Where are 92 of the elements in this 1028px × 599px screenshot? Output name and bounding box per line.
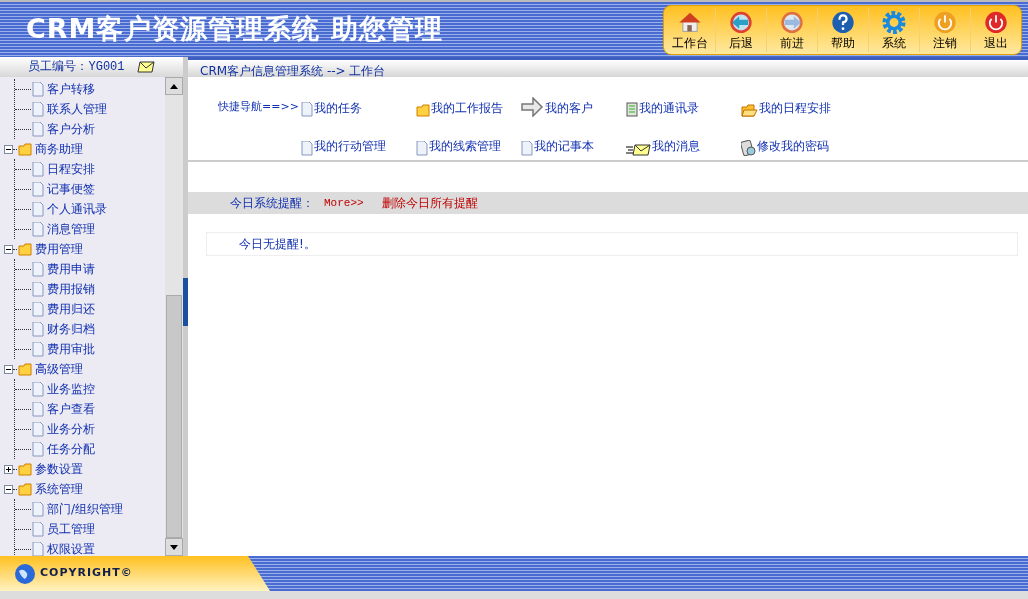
more-link[interactable]: More>>	[324, 194, 364, 212]
globe-icon	[14, 562, 36, 585]
tree-item[interactable]: 记事便签	[47, 180, 95, 198]
quick-nav-link[interactable]: 我的记事本	[521, 129, 626, 156]
document-icon	[32, 521, 44, 537]
toolbar-button[interactable]: 后退	[715, 7, 766, 52]
toolbar-button[interactable]: 系统	[868, 7, 919, 52]
document-icon	[32, 201, 44, 217]
document-icon	[32, 501, 44, 517]
tree-item[interactable]: 费用报销	[47, 280, 95, 298]
document-icon	[301, 102, 313, 117]
document-icon	[32, 121, 44, 137]
envelope-icon	[626, 143, 651, 156]
quick-nav-link[interactable]: 我的通讯录	[626, 91, 741, 117]
tree-folder[interactable]: 高级管理	[35, 360, 83, 378]
tree-item[interactable]: 员工管理	[47, 520, 95, 538]
arrow-icon	[521, 97, 544, 117]
scrollbar[interactable]	[165, 77, 183, 556]
app-title: CRM客户资源管理系统 助您管理	[26, 12, 443, 47]
document-icon	[32, 221, 44, 237]
toolbar-button[interactable]: 退出	[970, 7, 1021, 52]
quick-nav-link[interactable]: 我的任务	[301, 91, 416, 117]
tree-item[interactable]: 个人通讯录	[47, 200, 107, 218]
toolbar-button[interactable]: 工作台	[664, 7, 715, 52]
document-icon	[32, 301, 44, 317]
tree-item[interactable]: 任务分配	[47, 440, 95, 458]
tree-item[interactable]: 联系人管理	[47, 100, 107, 118]
quick-nav-link[interactable]: 我的工作报告	[416, 91, 521, 117]
document-icon	[32, 421, 44, 437]
folder-icon	[18, 142, 32, 156]
device-icon	[741, 139, 756, 156]
quick-nav-link[interactable]: 修改我的密码	[741, 129, 851, 156]
quick-nav-link[interactable]: 我的日程安排	[741, 91, 851, 117]
reminder-label: 今日系统提醒：	[230, 195, 314, 212]
tree-item[interactable]: 费用申请	[47, 260, 95, 278]
scroll-thumb[interactable]	[166, 295, 182, 538]
document-icon	[301, 140, 313, 156]
envelope-icon	[136, 61, 155, 73]
document-icon	[32, 161, 44, 177]
tree-item[interactable]: 部门/组织管理	[47, 500, 124, 518]
quick-nav-link[interactable]: 我的消息	[626, 129, 741, 156]
tree-folder[interactable]: 系统管理	[35, 480, 83, 498]
tree-item[interactable]: 客户转移	[47, 80, 95, 98]
notebook-icon	[626, 102, 638, 117]
document-icon	[32, 81, 44, 97]
quick-nav-link[interactable]: 我的线索管理	[416, 129, 521, 156]
tree-item[interactable]: 客户查看	[47, 400, 95, 418]
document-icon	[32, 341, 44, 357]
document-icon	[32, 321, 44, 337]
folder-icon	[741, 104, 758, 117]
tree-folder[interactable]: 费用管理	[35, 240, 83, 258]
quick-nav-link[interactable]: 我的行动管理	[301, 129, 416, 156]
document-icon	[521, 140, 533, 156]
tree-item[interactable]: 日程安排	[47, 160, 95, 178]
document-icon	[32, 401, 44, 417]
document-icon	[32, 181, 44, 197]
tree-item[interactable]: 客户分析	[47, 120, 95, 138]
toolbar-button[interactable]: 前进	[766, 7, 817, 52]
quick-nav-link[interactable]: 我的客户	[521, 91, 626, 117]
toolbar-button[interactable]: 注销	[919, 7, 970, 52]
document-icon	[32, 101, 44, 117]
tree-item[interactable]: 费用审批	[47, 340, 95, 358]
tree-folder[interactable]: 参数设置	[35, 460, 83, 478]
quick-nav-label: 快捷导航==>>	[218, 99, 300, 115]
scroll-down-button[interactable]	[165, 538, 183, 556]
document-icon	[32, 441, 44, 457]
down-arrow-icon	[170, 544, 178, 550]
employee-id: 员工编号：YG001	[28, 59, 125, 76]
document-icon	[32, 261, 44, 277]
tree-item[interactable]: 费用归还	[47, 300, 95, 318]
tree-item[interactable]: 财务归档	[47, 320, 95, 338]
copyright-text: COPYRIGHT©	[40, 565, 133, 582]
breadcrumb: CRM客户信息管理系统 --> 工作台	[188, 57, 1028, 77]
folder-icon	[18, 242, 32, 256]
tree-folder[interactable]: 商务助理	[35, 140, 83, 158]
folder-icon	[18, 362, 32, 376]
document-icon	[32, 281, 44, 297]
tree-item[interactable]: 权限设置	[47, 540, 95, 556]
folder-icon	[18, 462, 32, 476]
document-icon	[32, 381, 44, 397]
reminder-message: 今日无提醒!。	[206, 232, 1018, 256]
tree-item[interactable]: 业务监控	[47, 380, 95, 398]
tree-item[interactable]: 业务分析	[47, 420, 95, 438]
up-arrow-icon	[170, 83, 178, 89]
folder-icon	[416, 104, 430, 117]
tree-item[interactable]: 消息管理	[47, 220, 95, 238]
document-icon	[416, 140, 428, 156]
splitter-handle[interactable]	[183, 277, 188, 326]
delete-reminders-link[interactable]: 删除今日所有提醒	[381, 194, 478, 212]
scroll-up-button[interactable]	[165, 77, 183, 95]
toolbar-button[interactable]: 帮助	[817, 7, 868, 52]
folder-icon	[18, 482, 32, 496]
